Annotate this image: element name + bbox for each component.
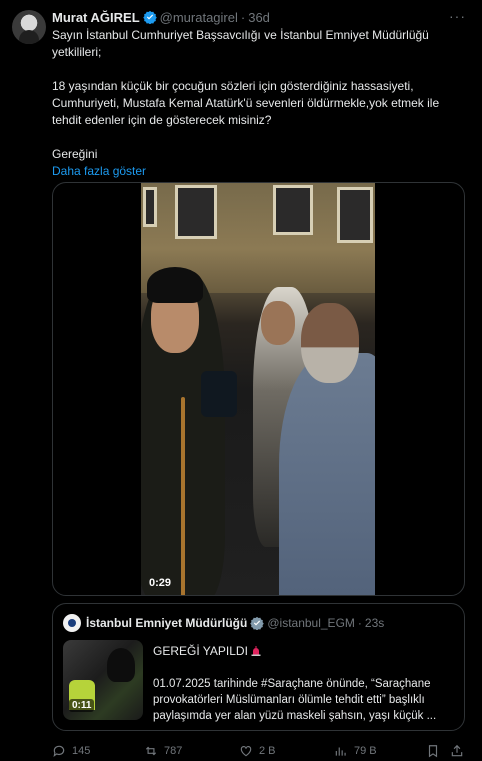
video-person-right-face [301, 303, 359, 383]
more-options-icon[interactable]: ··· [449, 8, 466, 24]
quoted-tweet-age[interactable]: 23s [365, 616, 384, 630]
verified-badge-icon [250, 616, 265, 630]
share-icon [451, 744, 463, 757]
video-frame[interactable]: 0:29 [141, 183, 375, 595]
separator-dot: · [357, 616, 362, 630]
video-person-middle-face [261, 301, 295, 345]
quoted-tweet-header: İstanbul Emniyet Müdürlüğü @istanbul_EGM… [63, 614, 384, 632]
video-window [143, 187, 157, 227]
tweet-actions: 145 787 2 B 79 B [52, 742, 466, 760]
siren-icon [251, 646, 261, 656]
views-icon [335, 747, 346, 756]
video-window [273, 185, 313, 235]
video-window [337, 187, 373, 243]
repost-icon [145, 746, 157, 756]
views-count: 79 B [354, 745, 377, 757]
reply-count: 145 [72, 745, 91, 757]
share-button[interactable] [450, 744, 470, 758]
verified-badge-icon [142, 10, 157, 24]
author-name[interactable]: Murat AĞIREL [52, 10, 140, 25]
tweet-text: Sayın İstanbul Cumhuriyet Başsavcılığı v… [52, 27, 466, 180]
tweet-text-line: 18 yaşından küçük bir çocuğun sözleri iç… [52, 79, 440, 127]
reply-icon [53, 745, 65, 758]
author-handle[interactable]: @muratagirel [160, 10, 238, 25]
quoted-video-duration: 0:11 [69, 699, 95, 712]
quoted-author-name[interactable]: İstanbul Emniyet Müdürlüğü [86, 616, 247, 630]
video-duration: 0:29 [149, 577, 172, 589]
quoted-tweet[interactable]: İstanbul Emniyet Müdürlüğü @istanbul_EGM… [52, 603, 465, 731]
video-person-right [279, 353, 375, 595]
thumbnail-masked-person [107, 648, 135, 682]
video-staff [181, 397, 185, 595]
quoted-tweet-title: GEREĞİ YAPILDI [153, 644, 262, 658]
tweet-header: Murat AĞIREL @muratagirel · 36d ··· [52, 8, 466, 26]
repost-count: 787 [164, 745, 183, 757]
tweet-text-line: Gereğini [52, 147, 98, 161]
quoted-tweet-text: 01.07.2025 tarihinde #Saraçhane önünde, … [153, 678, 437, 722]
bookmark-icon [428, 745, 438, 758]
like-count: 2 B [259, 745, 276, 757]
repost-button[interactable]: 787 [144, 744, 182, 758]
quoted-title-text: GEREĞİ YAPILDI [153, 644, 248, 658]
video-player[interactable]: 0:29 [52, 182, 465, 596]
like-button[interactable]: 2 B [239, 744, 276, 758]
author-avatar[interactable] [12, 10, 46, 44]
quoted-video-thumbnail[interactable]: 0:11 [63, 640, 143, 720]
show-more-link[interactable]: Daha fazla göster [52, 163, 466, 180]
tweet: Murat AĞIREL @muratagirel · 36d ··· Sayı… [0, 0, 482, 761]
reply-button[interactable]: 145 [52, 744, 90, 758]
separator-dot: · [240, 9, 246, 25]
tweet-text-line: Sayın İstanbul Cumhuriyet Başsavcılığı v… [52, 28, 429, 59]
views-button[interactable]: 79 B [334, 744, 377, 758]
quoted-author-handle[interactable]: @istanbul_EGM [267, 616, 355, 630]
tweet-body: Murat AĞIREL @muratagirel · 36d ··· Sayı… [52, 8, 466, 758]
video-microphone [201, 371, 237, 417]
quoted-author-avatar[interactable] [63, 614, 81, 632]
like-icon [240, 746, 252, 757]
bookmark-button[interactable] [426, 744, 446, 758]
tweet-age[interactable]: 36d [248, 10, 270, 25]
video-window [175, 185, 217, 239]
video-person-left-turban [147, 267, 203, 303]
